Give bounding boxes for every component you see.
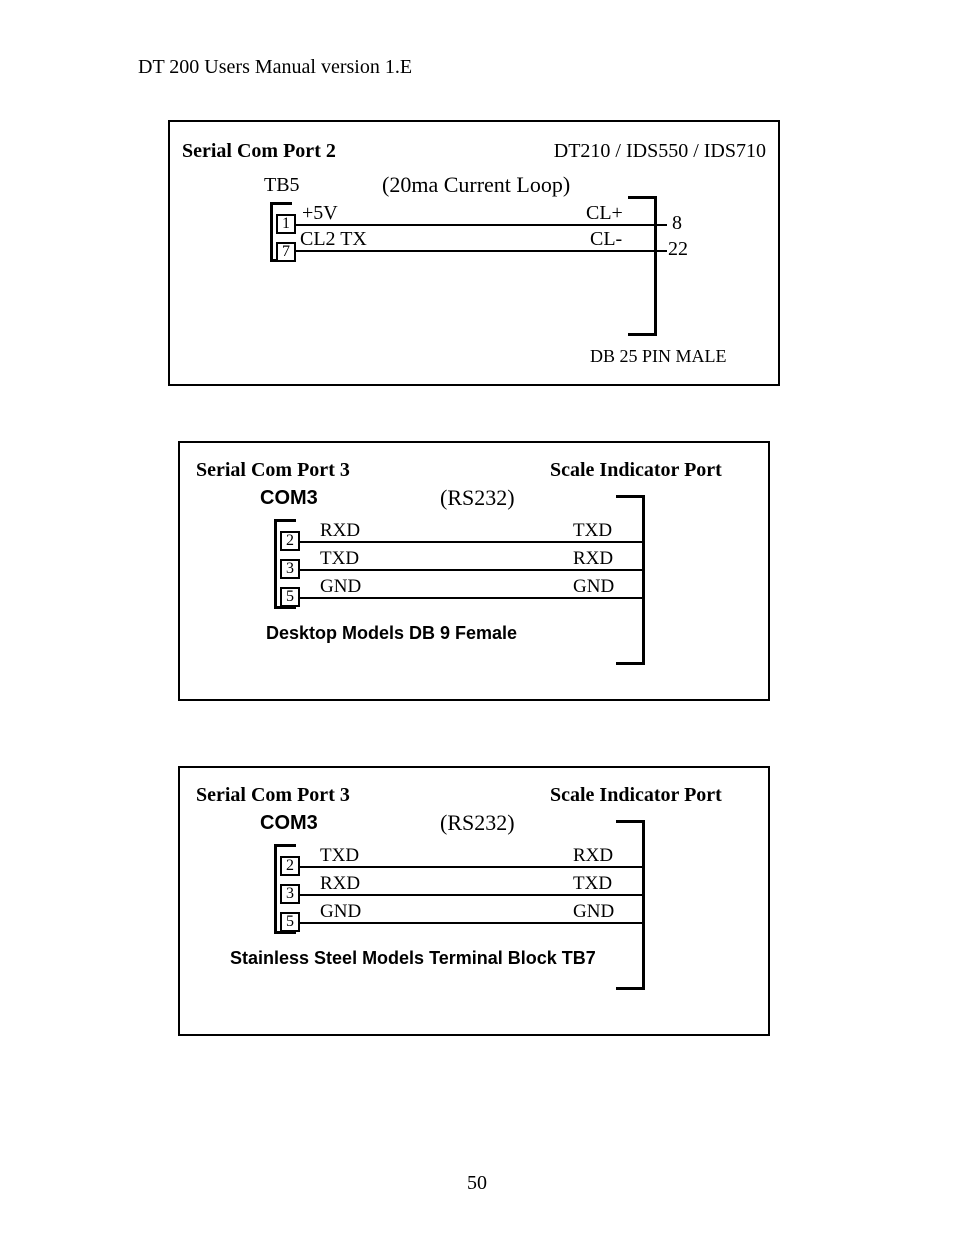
signal-rxd-right: RXD [573, 845, 613, 867]
wire-line [295, 224, 630, 226]
protocol-label: (RS232) [440, 485, 515, 511]
signal-cl2tx: CL2 TX [300, 228, 367, 251]
signal-gnd-right: GND [573, 576, 614, 598]
signal-txd-left: TXD [320, 548, 359, 570]
signal-rxd-left: RXD [320, 873, 360, 895]
page-number: 50 [0, 1172, 954, 1195]
com3-label: COM3 [260, 487, 318, 510]
protocol-label: (RS232) [440, 810, 515, 836]
scale-indicator-connector-icon [616, 495, 660, 665]
d3-title-left: Serial Com Port 3 [196, 784, 350, 807]
d3-caption: Stainless Steel Models Terminal Block TB… [230, 948, 596, 969]
pin-7: 7 [276, 242, 296, 262]
d3-title-right: Scale Indicator Port [550, 784, 722, 807]
db25-connector-icon [628, 196, 672, 336]
pin-2: 2 [280, 856, 300, 876]
pin-1: 1 [276, 214, 296, 234]
pin-8: 8 [672, 212, 682, 235]
header-text: DT 200 Users Manual version 1.E [138, 56, 412, 79]
signal-txd-right: TXD [573, 520, 612, 542]
d2-caption: Desktop Models DB 9 Female [266, 623, 517, 644]
d1-title-right: DT210 / IDS550 / IDS710 [554, 140, 766, 163]
signal-gnd-left: GND [320, 576, 361, 598]
signal-cl-plus: CL+ [586, 202, 623, 225]
com3-label: COM3 [260, 812, 318, 835]
diagram-serial-com-port-2: Serial Com Port 2 DT210 / IDS550 / IDS71… [168, 120, 780, 386]
signal-rxd-left: RXD [320, 520, 360, 542]
d2-title-left: Serial Com Port 3 [196, 459, 350, 482]
pin-5: 5 [280, 587, 300, 607]
d1-title-left: Serial Com Port 2 [182, 140, 336, 163]
tb5-label: TB5 [264, 174, 300, 197]
diagram-serial-com-port-3-desktop: Serial Com Port 3 Scale Indicator Port C… [178, 441, 770, 701]
scale-indicator-connector-icon [616, 820, 660, 990]
signal-gnd-left: GND [320, 901, 361, 923]
loop-label: (20ma Current Loop) [382, 172, 570, 198]
pin-5: 5 [280, 912, 300, 932]
pin-2: 2 [280, 531, 300, 551]
pin-22: 22 [668, 238, 688, 261]
signal-gnd-right: GND [573, 901, 614, 923]
signal-cl-minus: CL- [590, 228, 622, 251]
page: DT 200 Users Manual version 1.E Serial C… [0, 0, 954, 1235]
pin-3: 3 [280, 884, 300, 904]
signal-rxd-right: RXD [573, 548, 613, 570]
db25-label: DB 25 PIN MALE [590, 346, 727, 367]
signal-txd-left: TXD [320, 845, 359, 867]
pin-3: 3 [280, 559, 300, 579]
diagram-serial-com-port-3-stainless: Serial Com Port 3 Scale Indicator Port C… [178, 766, 770, 1036]
signal-5v: +5V [302, 202, 338, 225]
signal-txd-right: TXD [573, 873, 612, 895]
d2-title-right: Scale Indicator Port [550, 459, 722, 482]
